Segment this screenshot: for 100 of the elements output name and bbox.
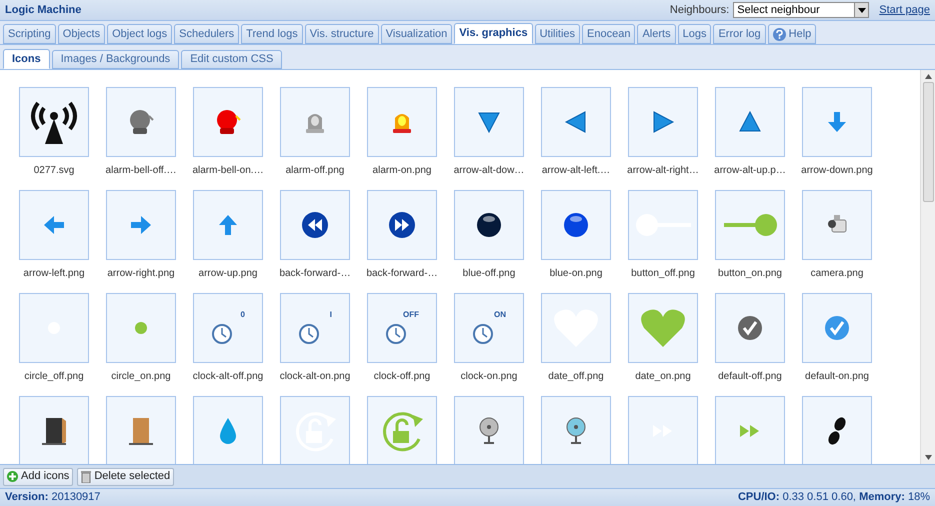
icon-tile[interactable]: ON: [454, 293, 524, 363]
check-icon: [737, 315, 763, 341]
tab[interactable]: Visualization: [380, 24, 452, 44]
tab[interactable]: Scripting: [3, 24, 56, 44]
tab[interactable]: Error log: [713, 24, 766, 44]
tab[interactable]: Alerts: [637, 24, 676, 44]
icon-filename: clock-alt-on.png: [280, 370, 350, 384]
sub-tab[interactable]: Icons: [3, 49, 50, 69]
icon-filename: 0277.svg: [34, 164, 74, 178]
icon-tile[interactable]: [715, 293, 785, 363]
neighbours-label: Neighbours:: [670, 2, 730, 18]
icon-tile[interactable]: [106, 396, 176, 464]
icon-tile[interactable]: [541, 293, 611, 363]
icon-tile[interactable]: [280, 190, 350, 260]
icon-filename: default-on.png: [805, 370, 869, 384]
icon-tile[interactable]: [106, 293, 176, 363]
icon-tile[interactable]: [454, 87, 524, 157]
icon-filename: camera.png: [810, 267, 864, 281]
icon-filename: arrow-down.png: [801, 164, 873, 178]
triangle-icon: [564, 110, 588, 134]
icon-tile[interactable]: [19, 87, 89, 157]
icon-tile[interactable]: [193, 396, 263, 464]
icon-tile[interactable]: [802, 190, 872, 260]
icon-filename: button_on.png: [718, 267, 782, 281]
tab[interactable]: Logs: [678, 24, 712, 44]
tab[interactable]: Utilities: [534, 24, 580, 44]
icon-tile[interactable]: [541, 87, 611, 157]
triangle-icon: [477, 110, 501, 134]
window-title: Logic Machine: [5, 2, 82, 18]
neighbour-select[interactable]: Select neighbour: [733, 2, 870, 18]
tab[interactable]: Help: [768, 24, 816, 44]
icon-tile[interactable]: [628, 293, 698, 363]
icon-tile[interactable]: [106, 87, 176, 157]
icon-tile[interactable]: 0: [193, 293, 263, 363]
scroll-thumb[interactable]: [922, 82, 934, 202]
icon-filename: clock-alt-off.png: [192, 370, 264, 384]
icon-tile[interactable]: [628, 87, 698, 157]
icon-filename: blue-off.png: [462, 267, 516, 281]
icon-tile[interactable]: [367, 396, 437, 464]
antenna-icon: [28, 99, 80, 145]
icon-tile[interactable]: OFF: [367, 293, 437, 363]
delete-button[interactable]: Delete selected: [77, 468, 174, 486]
icon-tile[interactable]: [280, 87, 350, 157]
icon-tile[interactable]: [106, 190, 176, 260]
drop-icon: [218, 417, 238, 445]
icon-tile[interactable]: [715, 87, 785, 157]
icon-tile[interactable]: [715, 190, 785, 260]
icon-tile[interactable]: [541, 396, 611, 464]
icon-filename: date_off.png: [548, 370, 604, 384]
icon-filename: arrow-alt-left.…: [542, 164, 610, 178]
icon-filename: arrow-alt-up.p…: [714, 164, 786, 178]
door-icon: [41, 416, 67, 446]
icon-tile[interactable]: [541, 190, 611, 260]
triangle-icon: [738, 110, 762, 134]
icon-filename: date_on.png: [635, 370, 691, 384]
tab[interactable]: Object logs: [107, 24, 172, 44]
icon-tile[interactable]: [19, 293, 89, 363]
add-icon: [7, 471, 18, 482]
icon-tile[interactable]: [802, 87, 872, 157]
tab[interactable]: Trend logs: [241, 24, 303, 44]
tab[interactable]: Schedulers: [174, 24, 240, 44]
icon-tile[interactable]: [715, 396, 785, 464]
icon-tile[interactable]: [454, 396, 524, 464]
icon-tile[interactable]: [19, 396, 89, 464]
fan-icon: [478, 417, 500, 445]
arrow-icon: [216, 213, 240, 237]
arrow-icon: [129, 213, 153, 237]
icon-tile[interactable]: [628, 396, 698, 464]
scroll-down-icon[interactable]: [924, 455, 932, 460]
icon-tile[interactable]: [193, 190, 263, 260]
icon-tile[interactable]: [19, 190, 89, 260]
tab[interactable]: Vis. structure: [304, 24, 379, 44]
icon-filename: arrow-up.png: [198, 267, 258, 281]
icon-filename: back-forward-…: [279, 267, 351, 281]
icon-tile[interactable]: [802, 293, 872, 363]
scroll-up-icon[interactable]: [924, 74, 932, 79]
icon-tile[interactable]: [802, 396, 872, 464]
icon-tile[interactable]: [193, 87, 263, 157]
icon-filename: arrow-left.png: [23, 267, 85, 281]
icon-tile[interactable]: [280, 396, 350, 464]
add-icons-button[interactable]: Add icons: [3, 468, 74, 486]
icon-tile[interactable]: [454, 190, 524, 260]
sub-tab[interactable]: Edit custom CSS: [181, 50, 282, 69]
icon-filename: circle_on.png: [111, 370, 171, 384]
icon-tile[interactable]: [367, 87, 437, 157]
heart-icon: [640, 308, 686, 348]
icon-filename: back-forward-…: [366, 267, 438, 281]
tab[interactable]: Enocean: [582, 24, 636, 44]
icon-filename: circle_off.png: [24, 370, 84, 384]
icon-filename: button_off.png: [631, 267, 695, 281]
tab[interactable]: Vis. graphics: [454, 23, 533, 44]
icon-tile[interactable]: I: [280, 293, 350, 363]
icon-tile[interactable]: [628, 190, 698, 260]
sub-tab[interactable]: Images / Backgrounds: [52, 50, 180, 69]
version-text: Version: 20130917: [5, 490, 100, 506]
icon-tile[interactable]: [367, 190, 437, 260]
tab[interactable]: Objects: [58, 24, 106, 44]
load-text: CPU/IO: 0.33 0.51 0.60, Memory: 18%: [738, 490, 930, 506]
footprints-icon: [827, 416, 847, 446]
start-page-link[interactable]: Start page: [879, 2, 930, 18]
